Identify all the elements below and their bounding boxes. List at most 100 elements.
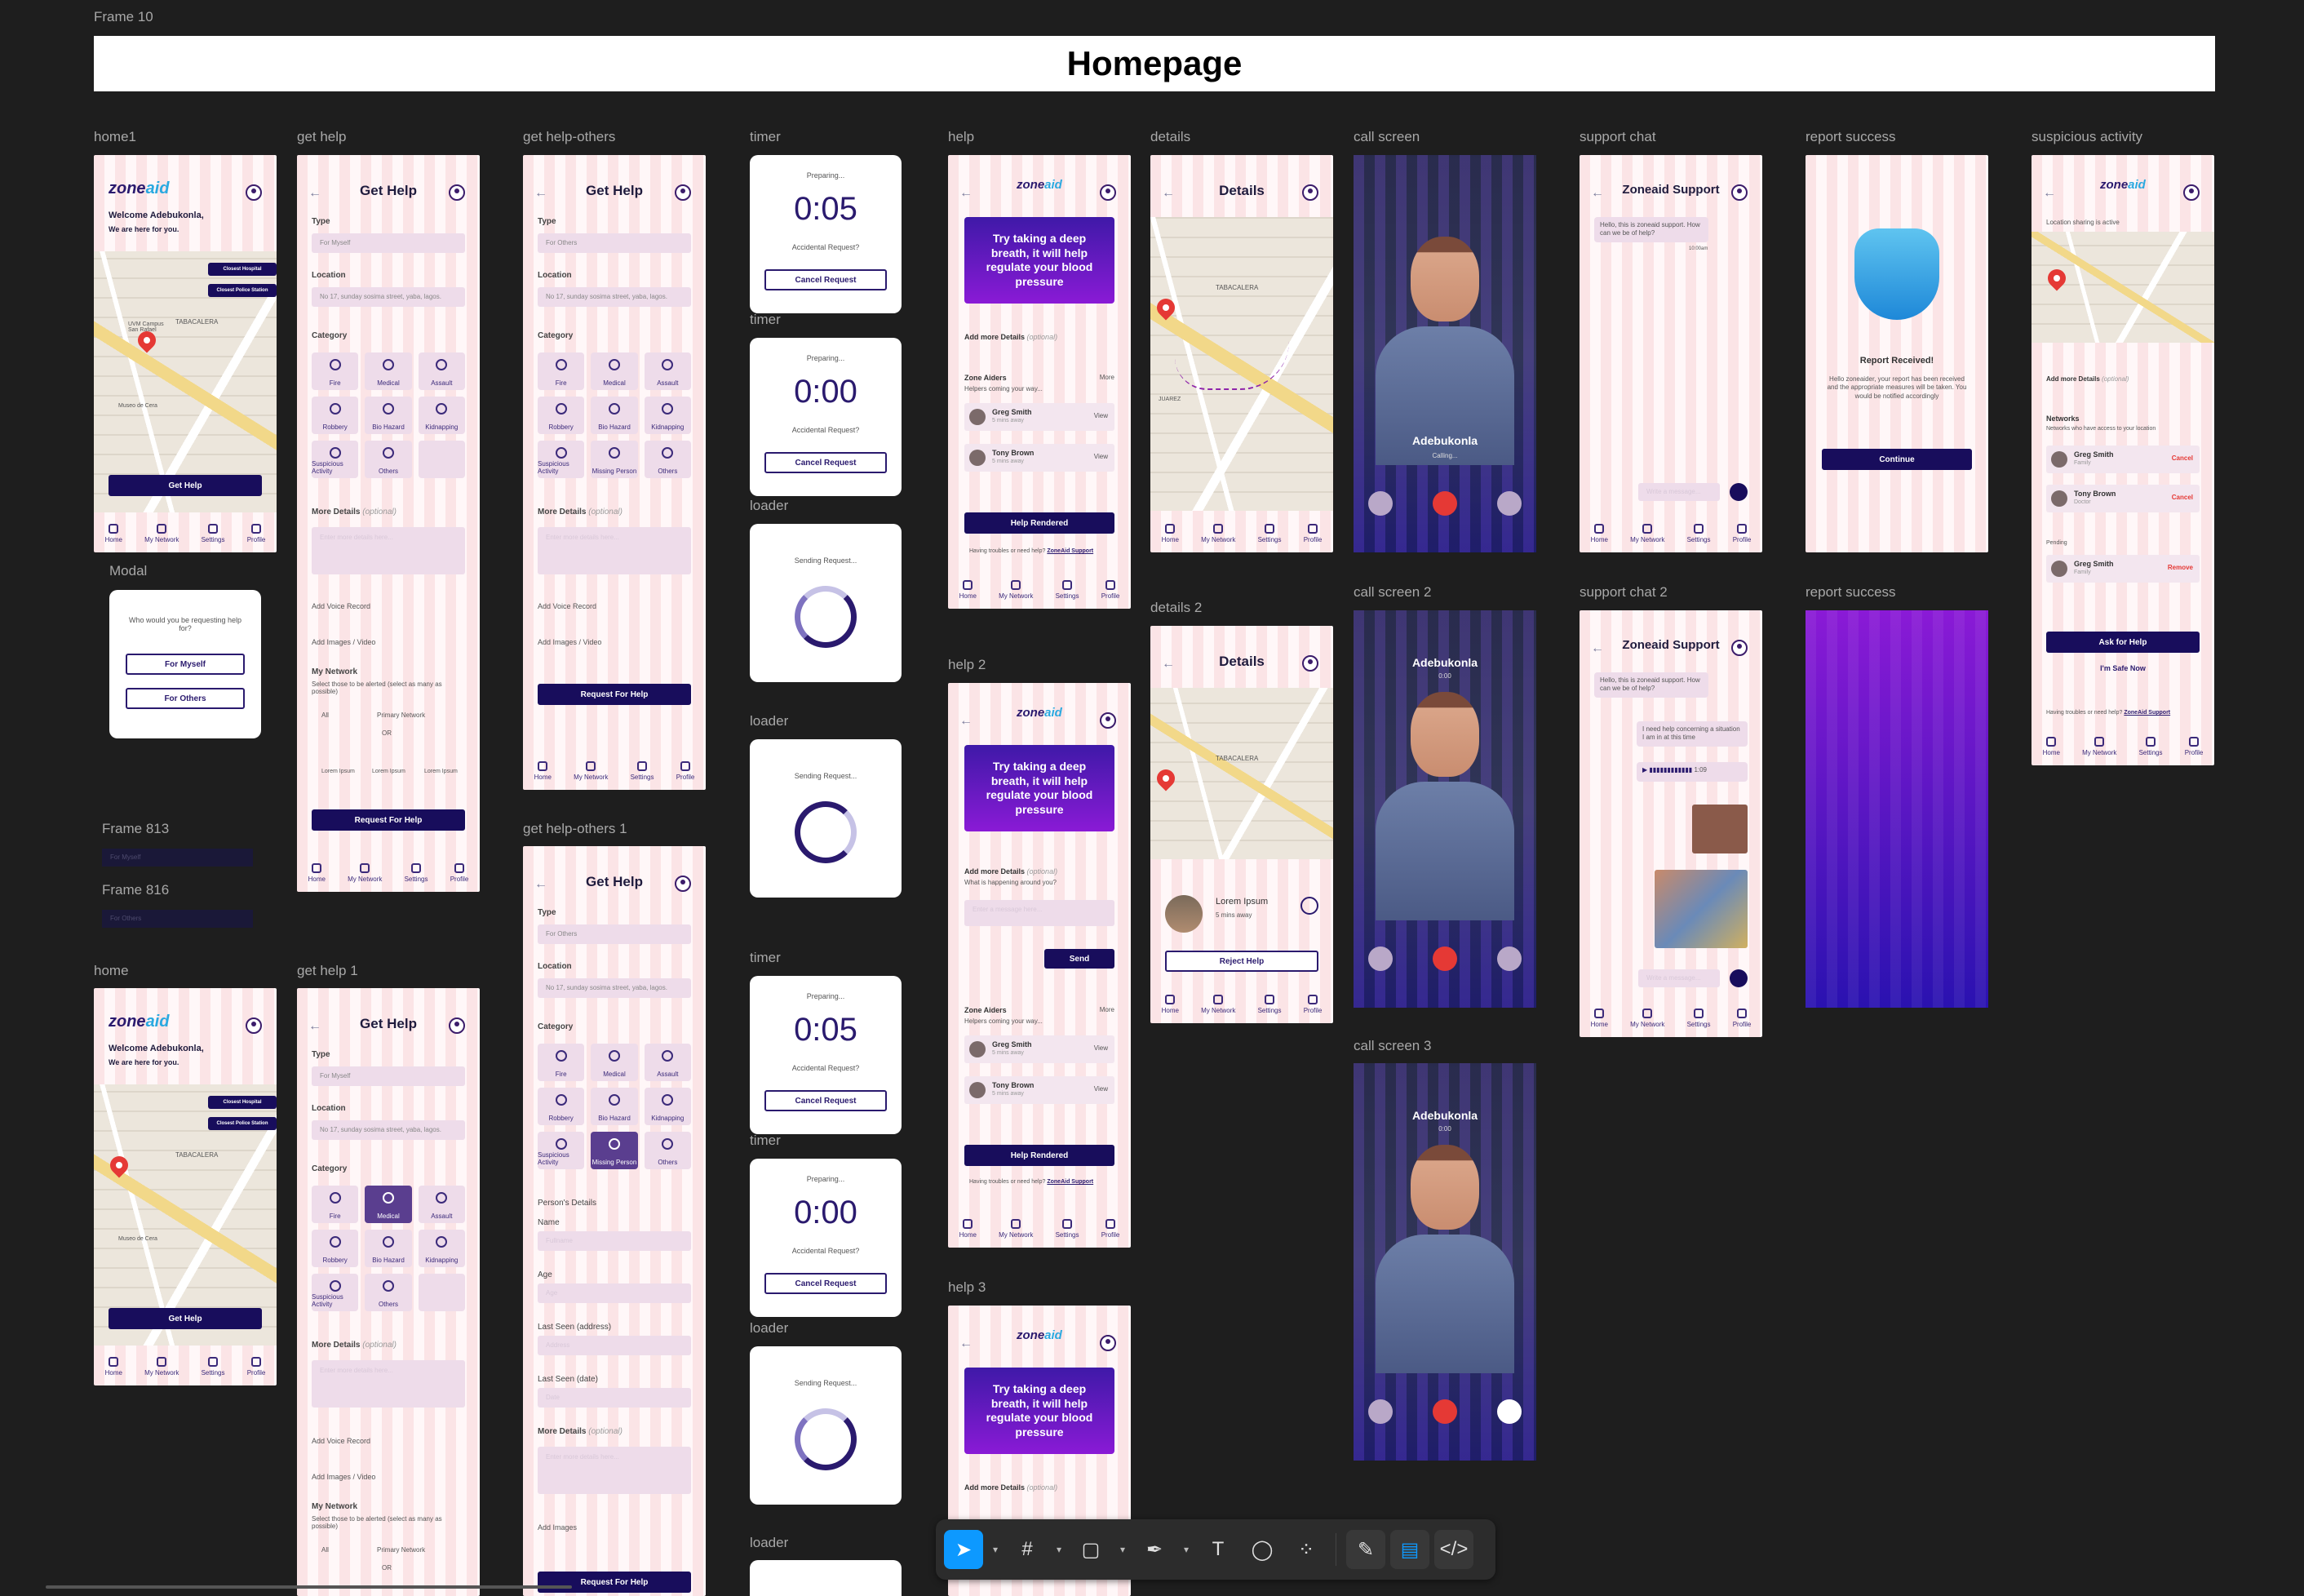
aider-row[interactable]: Greg Smith 5 mins away View [964,1035,1114,1063]
cancel-request-button[interactable]: Cancel Request [764,452,887,473]
frame-label-get-help-1[interactable]: get help 1 [297,963,358,979]
category-suspicious[interactable]: Suspicious Activity [538,441,585,478]
timer-card-1[interactable]: Preparing... 0:05 Accidental Request? Ca… [750,155,902,313]
chevron-down-icon[interactable]: ▾ [1115,1530,1130,1569]
nav-settings[interactable]: Settings [631,761,654,781]
nav-profile[interactable]: Profile [1101,580,1119,600]
continue-button[interactable]: Continue [1822,449,1972,470]
phone-call-icon[interactable] [1300,897,1318,915]
support-link[interactable]: ZoneAid Support [2124,710,2170,716]
chat-input[interactable]: Write a message... [1638,483,1720,501]
map-view[interactable]: TABACALERA UVM Campus San Rafael Museo d… [94,251,277,512]
frame-label-timer-3[interactable]: timer [750,950,781,966]
aider-row[interactable]: Tony Brown 5 mins away View [964,444,1114,472]
nav-settings[interactable]: Settings [405,863,428,883]
help-rendered-button[interactable]: Help Rendered [964,512,1114,534]
category-fire[interactable]: Fire [538,352,585,390]
category-robbery[interactable]: Robbery [538,1088,585,1125]
frame-label-report-success-2[interactable]: report success [1806,584,1896,601]
call-screen-3[interactable]: Adebukonla 0:00 [1354,1063,1536,1461]
nav-my-network[interactable]: My Network [999,1219,1033,1239]
frame-label-timer-2[interactable]: timer [750,312,781,328]
draw-icon[interactable]: ✎ [1346,1530,1385,1569]
send-icon[interactable] [1730,483,1748,501]
location-field[interactable]: No 17, sunday sosima street, yaba, lagos… [538,978,691,998]
image-attachment[interactable] [1692,805,1748,853]
home-screen[interactable]: zoneaid Welcome Adebukonla, We are here … [94,988,277,1385]
type-select[interactable]: For Others [538,233,691,253]
text-icon[interactable]: T [1199,1530,1238,1569]
aider-row[interactable]: Tony Brown 5 mins away View [964,1076,1114,1104]
map-view[interactable]: TABACALERA Museo de Cera Closest Hospita… [94,1084,277,1346]
chevron-down-icon[interactable]: ▾ [988,1530,1003,1569]
frame-label-loader-2[interactable]: loader [750,713,788,729]
nav-home[interactable]: Home [1162,524,1179,543]
add-images-video[interactable]: Add Images / Video [538,638,601,646]
category-robbery[interactable]: Robbery [538,397,585,434]
more-details-input[interactable]: Enter more details here... [538,1447,691,1494]
frame-label-loader-1[interactable]: loader [750,498,788,514]
aider-row[interactable]: Greg Smith 5 mins away View [964,403,1114,431]
category-biohazard[interactable]: Bio Hazard [591,397,638,434]
nav-settings[interactable]: Settings [1687,1009,1710,1028]
category-medical[interactable]: Medical [591,352,638,390]
more-link[interactable]: More [1100,374,1114,381]
nav-home[interactable]: Home [534,761,552,781]
back-arrow-icon[interactable]: ← [2043,186,2056,201]
home1-screen[interactable]: zoneaid Welcome Adebukonla, We are here … [94,155,277,552]
details-2-screen[interactable]: ← Details TABACALERA Lorem Ipsum 5 mins … [1150,626,1333,1023]
view-button[interactable]: View [1094,412,1108,419]
contact-3[interactable]: Lorem Ipsum [424,769,458,774]
loader-card-3[interactable]: Sending Request... [750,1346,902,1505]
category-medical-selected[interactable]: Medical [365,1186,412,1223]
category-kidnapping[interactable]: Kidnapping [644,397,691,434]
add-images-video[interactable]: Add Images / Video [312,1473,375,1481]
for-others-button[interactable]: For Others [126,688,245,709]
category-fire[interactable]: Fire [312,1186,359,1223]
nav-my-network[interactable]: My Network [574,761,608,781]
frame-label-report-success[interactable]: report success [1806,129,1896,145]
category-medical[interactable]: Medical [365,352,412,390]
category-kidnapping[interactable]: Kidnapping [418,397,465,434]
back-arrow-icon[interactable]: ← [959,1337,973,1351]
nav-settings[interactable]: Settings [1258,524,1281,543]
view-button[interactable]: View [1094,453,1108,460]
profile-avatar-icon[interactable] [449,1017,465,1034]
nav-home[interactable]: Home [1591,524,1608,543]
nav-my-network[interactable]: My Network [348,863,382,883]
name-input[interactable]: Fullname [538,1231,691,1251]
category-others[interactable]: Others [365,441,412,478]
request-for-help-button[interactable]: Request For Help [312,809,465,831]
category-suspicious[interactable]: Suspicious Activity [538,1132,585,1169]
frame813-field[interactable]: For Myself [102,849,253,867]
support-link[interactable]: ZoneAid Support [1047,548,1093,554]
category-fire[interactable]: Fire [312,352,359,390]
support-chat-screen[interactable]: ← Zoneaid Support Hello, this is zoneaid… [1580,155,1762,552]
back-arrow-icon[interactable]: ← [959,714,973,729]
category-assault[interactable]: Assault [418,1186,465,1223]
add-voice-record[interactable]: Add Voice Record [538,602,596,610]
voice-note[interactable]: ▶ ▮▮▮▮▮▮▮▮▮▮▮▮ 1:09 [1637,762,1748,782]
get-help-others-screen[interactable]: ← Get Help Type For Others Location No 1… [523,155,706,790]
nav-home[interactable]: Home [2043,737,2060,756]
nav-home[interactable]: Home [959,1219,977,1239]
category-assault[interactable]: Assault [418,352,465,390]
get-help-button[interactable]: Get Help [109,475,262,496]
frame-label-get-help-others[interactable]: get help-others [523,129,615,145]
call-screen[interactable]: Adebukonla Calling... [1354,155,1536,552]
view-button[interactable]: View [1094,1044,1108,1052]
frame-label-frame813[interactable]: Frame 813 [102,821,169,837]
closest-police-button[interactable]: Closest Police Station [208,284,277,297]
request-for-help-button[interactable]: Request For Help [538,1572,691,1593]
frame-label-timer[interactable]: timer [750,129,781,145]
contact-1[interactable]: Lorem Ipsum [321,769,355,774]
profile-avatar-icon[interactable] [1302,184,1318,201]
chevron-down-icon[interactable]: ▾ [1052,1530,1066,1569]
help-2-screen[interactable]: ← zoneaid Try taking a deep breath, it w… [948,683,1131,1248]
add-more-details[interactable]: Add more Details (optional) [2046,375,2129,383]
category-biohazard[interactable]: Bio Hazard [365,1230,412,1267]
cancel-button[interactable]: Cancel [2172,454,2193,462]
category-missing-person[interactable]: Missing Person [591,441,638,478]
mute-icon[interactable] [1368,491,1393,516]
profile-avatar-icon[interactable] [1100,712,1116,729]
